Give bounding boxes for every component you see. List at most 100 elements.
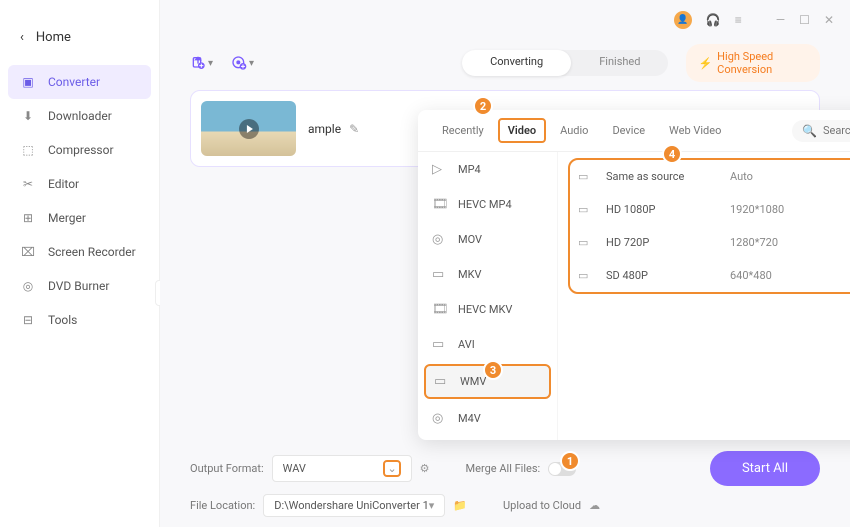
tab-recently[interactable]: Recently — [432, 118, 494, 143]
video-file-icon: ◎ — [432, 411, 448, 426]
video-file-icon: ▭ — [432, 267, 448, 282]
status-tabs: Converting Finished — [462, 50, 668, 76]
sidebar-item-label: DVD Burner — [48, 279, 109, 293]
format-avi[interactable]: ▭AVI — [418, 327, 557, 362]
format-list: ▷MP4 🎞HEVC MP4 ◎MOV ▭MKV 🎞HEVC MKV ▭AVI … — [418, 152, 558, 440]
merge-files-label: Merge All Files: — [466, 462, 541, 475]
video-file-icon: 🎞 — [432, 302, 448, 317]
tab-finished[interactable]: Finished — [571, 50, 668, 76]
callout-3: 3 — [483, 360, 503, 380]
format-mp4[interactable]: ▷MP4 — [418, 152, 557, 187]
sidebar-item-screen-recorder[interactable]: ⌧ Screen Recorder — [0, 235, 159, 269]
sidebar-item-compressor[interactable]: ⬚ Compressor — [0, 133, 159, 167]
converter-icon: ▣ — [20, 75, 36, 89]
sidebar-item-dvd-burner[interactable]: ◎ DVD Burner — [0, 269, 159, 303]
sidebar-item-label: Compressor — [48, 143, 114, 157]
format-popover: Recently Video Audio Device Web Video 🔍 … — [418, 110, 850, 440]
format-hevc-mkv[interactable]: 🎞HEVC MKV — [418, 292, 557, 327]
tab-device[interactable]: Device — [602, 118, 655, 143]
settings-icon[interactable]: ⚙ — [420, 462, 430, 475]
resolution-720p[interactable]: ▭ HD 720P 1280*720 ✎ — [570, 226, 850, 259]
add-dvd-button[interactable]: ▾ — [231, 55, 254, 71]
sidebar-item-label: Merger — [48, 211, 86, 225]
sidebar-item-label: Downloader — [48, 109, 112, 123]
open-folder-icon[interactable]: 📁 — [453, 499, 467, 512]
sidebar-item-label: Converter — [48, 75, 100, 89]
callout-1: 1 — [560, 451, 580, 471]
resolution-icon: ▭ — [578, 236, 592, 249]
sidebar-item-converter[interactable]: ▣ Converter — [8, 65, 151, 99]
resolution-480p[interactable]: ▭ SD 480P 640*480 ✎ — [570, 259, 850, 292]
resolution-list: ▭ Same as source Auto ✎ ▭ HD 1080P 1920*… — [558, 152, 850, 440]
home-label: Home — [36, 30, 71, 45]
app-window: ‹ Home ▣ Converter ⬇ Downloader ⬚ Compre… — [0, 0, 850, 527]
file-location-label: File Location: — [190, 499, 255, 512]
dvd-burner-icon: ◎ — [20, 279, 36, 293]
lightning-icon: ⚡ — [698, 57, 712, 70]
search-icon: 🔍 — [802, 124, 817, 138]
merger-icon: ⊞ — [20, 211, 36, 225]
upload-cloud-label: Upload to Cloud — [503, 499, 581, 512]
tab-converting[interactable]: Converting — [462, 50, 571, 76]
tab-web-video[interactable]: Web Video — [659, 118, 731, 143]
maximize-icon[interactable]: ☐ — [799, 13, 810, 27]
downloader-icon: ⬇ — [20, 109, 36, 123]
file-name: ample — [308, 122, 341, 136]
main-panel: 👤 🎧 ≡ — ☐ ✕ ▾ ▾ Converting Finished ⚡ — [160, 0, 850, 527]
chevron-left-icon: ‹ — [20, 30, 24, 45]
close-icon[interactable]: ✕ — [824, 13, 834, 27]
compressor-icon: ⬚ — [20, 143, 36, 157]
sidebar-item-label: Editor — [48, 177, 79, 191]
tab-audio[interactable]: Audio — [550, 118, 598, 143]
sidebar-item-tools[interactable]: ⊟ Tools — [0, 303, 159, 337]
chevron-down-icon: ▾ — [429, 499, 435, 512]
sidebar-item-merger[interactable]: ⊞ Merger — [0, 201, 159, 235]
screen-recorder-icon: ⌧ — [20, 245, 36, 259]
video-file-icon: ◎ — [432, 232, 448, 247]
menu-icon[interactable]: ≡ — [735, 13, 742, 27]
video-thumbnail[interactable] — [201, 101, 296, 156]
format-m4v[interactable]: ◎M4V — [418, 401, 557, 436]
resolution-icon: ▭ — [578, 203, 592, 216]
output-format-label: Output Format: — [190, 462, 264, 475]
sidebar-item-label: Tools — [48, 313, 77, 327]
format-hevc-mp4[interactable]: 🎞HEVC MP4 — [418, 187, 557, 222]
toolbar: ▾ ▾ Converting Finished ⚡ High Speed Con… — [160, 40, 850, 90]
file-location-value: D:\Wondershare UniConverter 1 — [274, 499, 429, 512]
titlebar: 👤 🎧 ≡ — ☐ ✕ — [160, 0, 850, 40]
chevron-down-icon: ⌄ — [383, 460, 400, 477]
file-location-dropdown[interactable]: D:\Wondershare UniConverter 1 ▾ — [263, 494, 445, 517]
video-file-icon: ▭ — [434, 374, 450, 389]
cloud-icon[interactable]: ☁ — [589, 499, 600, 512]
format-mov[interactable]: ◎MOV — [418, 222, 557, 257]
sidebar-item-label: Screen Recorder — [48, 245, 136, 259]
tools-icon: ⊟ — [20, 313, 36, 327]
user-avatar-icon[interactable]: 👤 — [674, 11, 692, 29]
search-input[interactable] — [823, 124, 850, 137]
video-file-icon: 🎞 — [432, 197, 448, 212]
video-file-icon: ▭ — [432, 337, 448, 352]
format-mkv[interactable]: ▭MKV — [418, 257, 557, 292]
output-format-value: WAV — [283, 462, 306, 475]
edit-name-icon[interactable]: ✎ — [349, 122, 359, 136]
start-all-button[interactable]: Start All — [710, 451, 820, 486]
minimize-icon[interactable]: — — [776, 13, 785, 27]
callout-2: 2 — [473, 96, 493, 116]
output-format-dropdown[interactable]: WAV ⌄ — [272, 455, 412, 482]
resolution-same-as-source[interactable]: ▭ Same as source Auto ✎ — [570, 160, 850, 193]
add-file-button[interactable]: ▾ — [190, 55, 213, 71]
support-icon[interactable]: 🎧 — [706, 13, 721, 27]
resolution-icon: ▭ — [578, 269, 592, 282]
badge-label: High Speed Conversion — [717, 50, 808, 76]
sidebar: ‹ Home ▣ Converter ⬇ Downloader ⬚ Compre… — [0, 0, 160, 527]
popover-tabs: Recently Video Audio Device Web Video 🔍 — [418, 110, 850, 152]
video-file-icon: ▷ — [432, 162, 448, 177]
sidebar-item-editor[interactable]: ✂ Editor — [0, 167, 159, 201]
editor-icon: ✂ — [20, 177, 36, 191]
callout-4: 4 — [662, 144, 682, 164]
sidebar-item-downloader[interactable]: ⬇ Downloader — [0, 99, 159, 133]
back-home[interactable]: ‹ Home — [0, 20, 159, 55]
high-speed-badge[interactable]: ⚡ High Speed Conversion — [686, 44, 820, 82]
resolution-1080p[interactable]: ▭ HD 1080P 1920*1080 ✎ — [570, 193, 850, 226]
tab-video[interactable]: Video — [498, 118, 546, 143]
